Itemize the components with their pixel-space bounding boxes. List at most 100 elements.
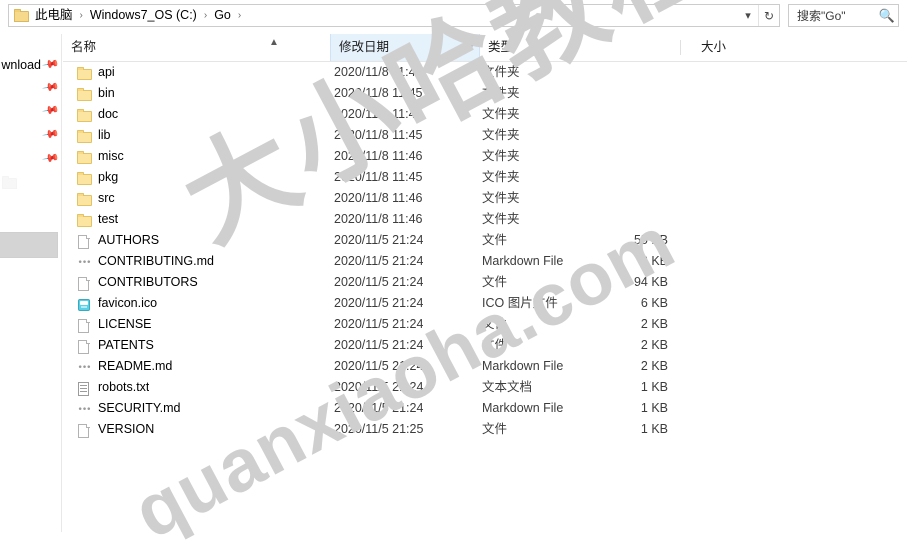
breadcrumb-item-go[interactable]: Go (212, 5, 233, 26)
file-name-cell: CONTRIBUTING.md (98, 254, 214, 268)
sidebar-item-selected[interactable] (0, 232, 58, 258)
file-list[interactable]: api 2020/11/8 11:46 文件夹 bin 2020/11/8 11:45 文… (63, 62, 907, 532)
table-row[interactable]: PATENTS 2020/11/5 21:24 文件 2 KB (63, 335, 907, 356)
table-row[interactable]: LICENSE 2020/11/5 21:24 文件 2 KB (63, 314, 907, 335)
file-type-cell: 文件夹 (482, 191, 520, 205)
file-size-cell: 2 KB (640, 317, 668, 331)
file-name-cell: doc (98, 107, 119, 121)
sort-ascending-icon: ▲ (269, 37, 279, 48)
search-input[interactable]: 搜索"Go" (789, 7, 876, 24)
text-file-icon (76, 377, 94, 398)
breadcrumb-item-this-pc[interactable]: 此电脑 (33, 5, 75, 26)
file-date-cell: 2020/11/8 11:46 (334, 149, 423, 163)
file-size-cell (608, 146, 668, 167)
table-row[interactable]: ••• CONTRIBUTING.md 2020/11/5 21:24 Markdow… (63, 251, 907, 272)
folder-icon (76, 188, 94, 209)
navigation-pane[interactable]: wnload 📌 📌 📌 📌 📌 (0, 34, 62, 532)
file-date-cell: 2020/11/8 11:46 (334, 65, 423, 79)
file-type-cell: 文件 (482, 422, 508, 436)
file-size-cell: 1 KB (640, 401, 668, 415)
file-date-cell: 2020/11/8 11:46 (334, 212, 423, 226)
sidebar-item-downloads[interactable]: wnload 📌 (0, 54, 61, 75)
file-type-cell: ICO 图片文件 (482, 296, 558, 310)
file-date-cell: 2020/11/5 21:24 (334, 233, 424, 247)
sidebar-item-quick-access-5[interactable]: 📌 (0, 148, 61, 169)
breadcrumb-separator[interactable]: › (199, 5, 212, 26)
file-size-cell (608, 167, 668, 188)
breadcrumb-separator[interactable]: › (233, 5, 246, 26)
sidebar-item-quick-access-4[interactable]: 📌 (0, 124, 61, 145)
folder-icon (76, 104, 94, 125)
chevron-down-icon[interactable]: ▾ (468, 34, 473, 61)
folder-icon (76, 83, 94, 104)
sidebar-item-label: wnload (1, 57, 41, 72)
file-date-cell: 2020/11/8 11:45 (334, 128, 423, 142)
sidebar-item-quick-access-2[interactable]: 📌 (0, 77, 61, 98)
file-type-cell: 文件夹 (482, 149, 520, 163)
folder-icon (76, 167, 94, 188)
document-icon (76, 314, 94, 335)
table-row[interactable]: lib 2020/11/8 11:45 文件夹 (63, 125, 907, 146)
table-row[interactable]: bin 2020/11/8 11:45 文件夹 (63, 83, 907, 104)
file-type-cell: Markdown File (482, 359, 564, 373)
file-date-cell: 2020/11/5 21:24 (334, 338, 424, 352)
file-name-cell: robots.txt (98, 380, 150, 394)
search-icon[interactable]: 🔍 (876, 8, 898, 24)
pin-icon[interactable]: 📌 (42, 78, 61, 97)
table-row[interactable]: robots.txt 2020/11/5 21:24 文本文档 1 KB (63, 377, 907, 398)
pin-icon[interactable]: 📌 (42, 149, 61, 168)
column-header-row[interactable]: 名称 ▲ 修改日期 ▾ 类型 大小 (63, 34, 907, 62)
pin-icon[interactable]: 📌 (42, 101, 61, 120)
document-icon (76, 419, 94, 440)
refresh-icon[interactable]: ↻ (758, 5, 779, 26)
file-name-cell: bin (98, 86, 115, 100)
table-row[interactable]: test 2020/11/8 11:46 文件夹 (63, 209, 907, 230)
chevron-down-icon[interactable]: ▾ (738, 5, 758, 26)
search-box[interactable]: 搜索"Go" 🔍 (788, 4, 899, 27)
file-size-cell (608, 125, 668, 146)
file-type-cell: 文件夹 (482, 86, 520, 100)
folder-icon (76, 125, 94, 146)
pin-icon[interactable]: 📌 (42, 55, 61, 74)
table-row[interactable]: doc 2020/11/8 11:46 文件夹 (63, 104, 907, 125)
file-type-cell: 文本文档 (482, 380, 533, 394)
sidebar-item-quick-access-3[interactable]: 📌 (0, 100, 61, 121)
file-size-cell: 6 KB (640, 296, 668, 310)
breadcrumb-item-drive[interactable]: Windows7_OS (C:) (88, 5, 199, 26)
column-header-name[interactable]: 名称 (63, 34, 330, 61)
table-row[interactable]: VERSION 2020/11/5 21:25 文件 1 KB (63, 419, 907, 440)
markdown-icon: ••• (77, 362, 92, 373)
file-size-cell: 2 KB (640, 254, 668, 268)
table-row[interactable]: favicon.ico 2020/11/5 21:24 ICO 图片文件 6 KB (63, 293, 907, 314)
address-bar[interactable]: 此电脑 › Windows7_OS (C:) › Go › ▾ ↻ (8, 4, 780, 27)
table-row[interactable]: pkg 2020/11/8 11:45 文件夹 (63, 167, 907, 188)
file-name-cell: pkg (98, 170, 119, 184)
table-row[interactable]: ••• README.md 2020/11/5 21:24 Markdown File… (63, 356, 907, 377)
column-header-size[interactable]: 大小 (626, 34, 726, 61)
file-date-cell: 2020/11/5 21:24 (334, 254, 424, 268)
file-type-cell: Markdown File (482, 254, 564, 268)
file-date-cell: 2020/11/8 11:45 (334, 170, 423, 184)
file-type-cell: 文件 (482, 233, 508, 247)
file-name-cell: src (98, 191, 115, 205)
file-size-cell: 1 KB (640, 422, 668, 436)
table-row[interactable]: src 2020/11/8 11:46 文件夹 (63, 188, 907, 209)
column-header-date-modified[interactable]: 修改日期 ▾ (330, 34, 480, 61)
folder-icon[interactable] (14, 8, 30, 23)
table-row[interactable]: ••• SECURITY.md 2020/11/5 21:24 Markdown Fi… (63, 398, 907, 419)
file-type-cell: 文件 (482, 338, 508, 352)
table-row[interactable]: api 2020/11/8 11:46 文件夹 (63, 62, 907, 83)
breadcrumb-separator[interactable]: › (75, 5, 88, 26)
table-row[interactable]: misc 2020/11/8 11:46 文件夹 (63, 146, 907, 167)
file-date-cell: 2020/11/5 21:24 (334, 401, 424, 415)
folder-icon (76, 209, 94, 230)
table-row[interactable]: CONTRIBUTORS 2020/11/5 21:24 文件 94 KB (63, 272, 907, 293)
file-name-cell: favicon.ico (98, 296, 158, 310)
column-header-date-label: 修改日期 (339, 40, 390, 54)
file-date-cell: 2020/11/8 11:46 (334, 191, 423, 205)
pin-icon[interactable]: 📌 (42, 125, 61, 144)
table-row[interactable]: AUTHORS 2020/11/5 21:24 文件 55 KB (63, 230, 907, 251)
file-name-cell: api (98, 65, 115, 79)
file-date-cell: 2020/11/5 21:24 (334, 317, 424, 331)
file-name-cell: AUTHORS (98, 233, 160, 247)
